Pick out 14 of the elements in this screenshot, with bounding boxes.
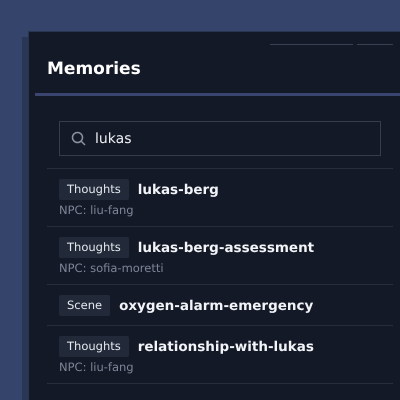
panel-title: Memories <box>46 58 142 81</box>
memory-name[interactable]: relationship-with-lukas <box>138 338 314 354</box>
search-icon <box>71 131 86 146</box>
npc-label: NPC: liu-fang <box>59 203 135 217</box>
search-field[interactable]: lukas <box>59 121 381 156</box>
memory-tag: Thoughts <box>59 336 129 357</box>
memory-tag: Thoughts <box>59 179 129 200</box>
memory-name[interactable]: oxygen-alarm-emergency <box>119 298 314 314</box>
memory-name[interactable]: lukas-berg <box>138 182 219 198</box>
memory-tag: Scene <box>59 295 110 316</box>
npc-label: NPC: sofia-moretti <box>59 261 165 275</box>
memory-name[interactable]: lukas-berg-assessment <box>138 240 314 256</box>
memory-tag: Thoughts <box>59 237 129 258</box>
npc-label: NPC: liu-fang <box>59 360 135 374</box>
